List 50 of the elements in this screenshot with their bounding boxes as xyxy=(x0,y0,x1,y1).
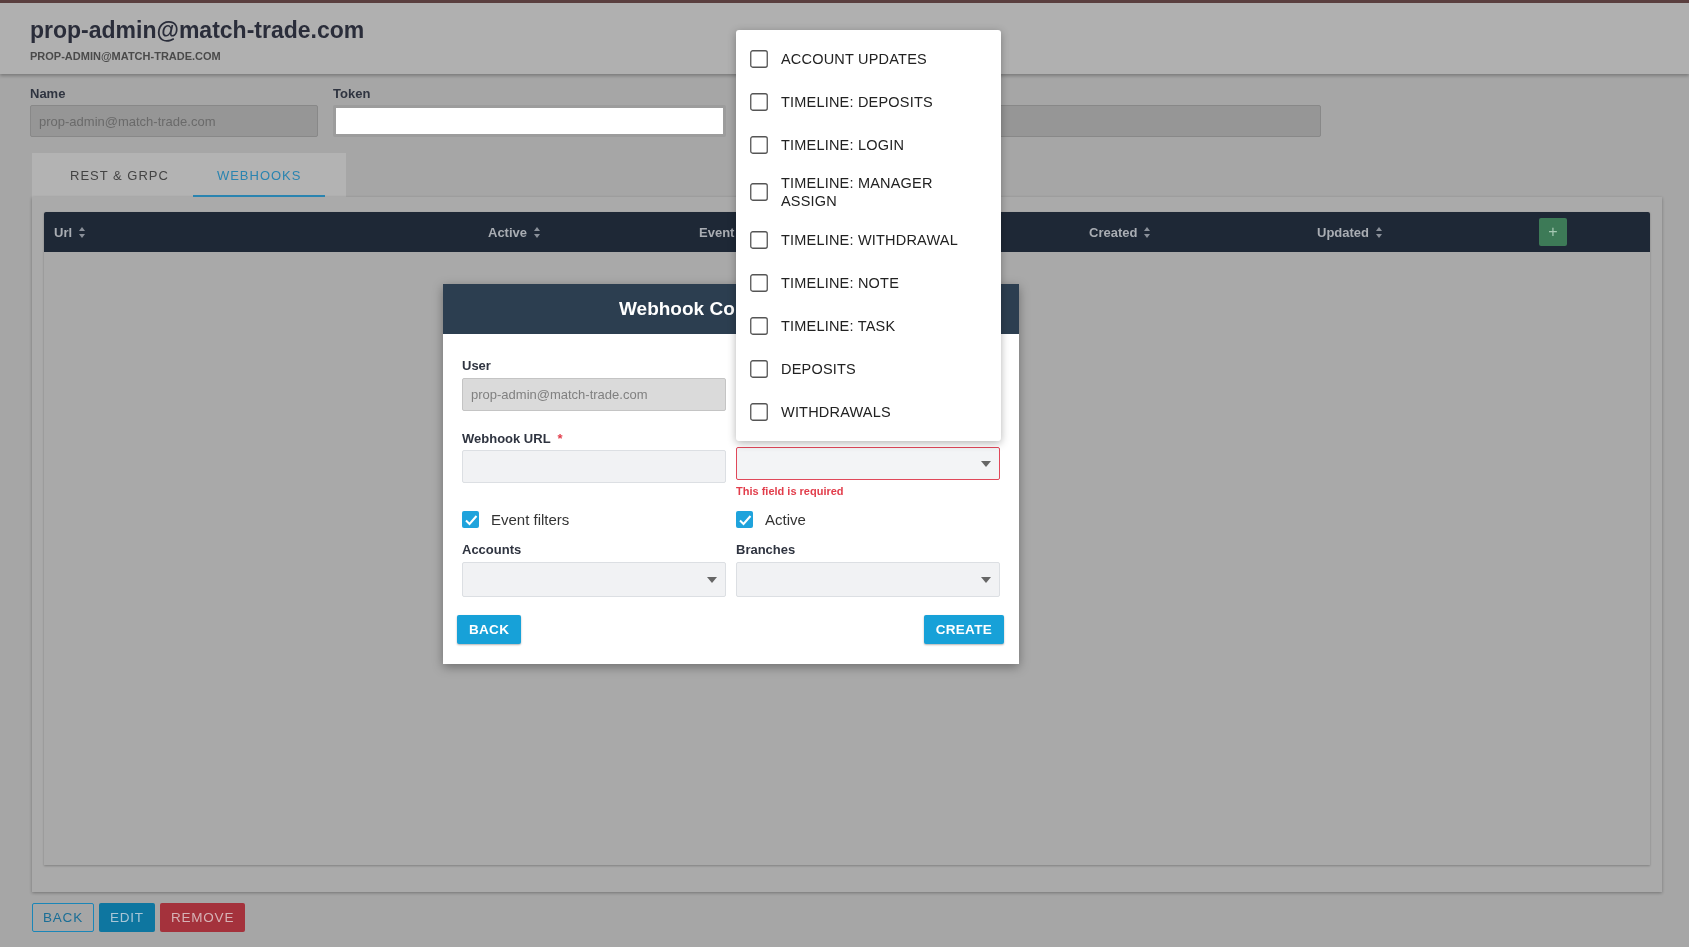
tab[interactable]: REST & GRPC xyxy=(46,153,193,197)
dropdown-option[interactable]: TIMELINE: LOGIN xyxy=(736,123,1001,166)
column-header[interactable]: Updated xyxy=(1317,224,1369,240)
option-label[interactable]: ACCOUNT UPDATES xyxy=(781,49,986,68)
option-label[interactable]: WITHDRAWALS xyxy=(781,402,986,421)
checkbox[interactable] xyxy=(750,92,768,111)
checkbox[interactable] xyxy=(750,135,768,154)
checkbox[interactable] xyxy=(750,359,768,378)
field-label: Name xyxy=(30,86,67,102)
page-title: prop-admin@match-trade.com xyxy=(30,17,365,44)
dropdown-option[interactable]: TIMELINE: MANAGER ASSIGN xyxy=(736,166,1001,218)
checkbox[interactable] xyxy=(750,49,768,68)
checkbox-label[interactable]: Active xyxy=(765,511,806,528)
required-mark: * xyxy=(557,431,563,448)
dropdown-option[interactable]: ACCOUNT UPDATES xyxy=(736,37,1001,80)
remove-button[interactable]: REMOVE xyxy=(159,903,246,932)
option-label[interactable]: TIMELINE: MANAGER ASSIGN xyxy=(781,174,986,210)
checkbox[interactable] xyxy=(750,183,768,201)
caret-icon xyxy=(981,576,991,583)
option-label[interactable]: TIMELINE: LOGIN xyxy=(781,135,986,154)
column-header[interactable]: Created xyxy=(1089,224,1138,240)
field-label: User xyxy=(462,358,492,375)
checkbox[interactable] xyxy=(736,511,753,528)
option-label[interactable]: TIMELINE: TASK xyxy=(781,316,986,335)
column-header[interactable]: Url xyxy=(54,224,73,240)
column-header[interactable]: Active xyxy=(488,224,528,240)
dropdown-option[interactable]: TIMELINE: WITHDRAWAL xyxy=(736,218,1001,261)
caret-icon xyxy=(707,576,717,583)
checkbox[interactable] xyxy=(750,273,768,292)
checkbox[interactable] xyxy=(462,511,479,528)
checkbox-label[interactable]: Event filters xyxy=(491,511,570,528)
option-label[interactable]: TIMELINE: DEPOSITS xyxy=(781,92,986,111)
dropdown-option[interactable]: DEPOSITS xyxy=(736,347,1001,390)
caret-icon xyxy=(981,460,991,467)
checkbox[interactable] xyxy=(750,230,768,249)
column-header[interactable]: Event xyxy=(699,224,735,240)
checkbox[interactable] xyxy=(750,316,768,335)
field-label: Accounts xyxy=(462,542,523,559)
checkbox[interactable] xyxy=(750,402,768,421)
field-label: Token xyxy=(333,86,372,102)
dropdown-option[interactable]: WITHDRAWALS xyxy=(736,390,1001,433)
option-label[interactable]: TIMELINE: WITHDRAWAL xyxy=(781,230,986,249)
error-message: This field is required xyxy=(736,485,845,497)
select-field[interactable] xyxy=(736,447,1000,480)
field-label: Webhook URL xyxy=(462,431,551,448)
page-subtitle: PROP-ADMIN@MATCH-TRADE.COM xyxy=(30,50,221,62)
input-field[interactable] xyxy=(333,105,726,137)
option-label[interactable]: DEPOSITS xyxy=(781,359,986,378)
field-label: Branches xyxy=(736,542,797,559)
dropdown-option[interactable]: TIMELINE: DEPOSITS xyxy=(736,80,1001,123)
